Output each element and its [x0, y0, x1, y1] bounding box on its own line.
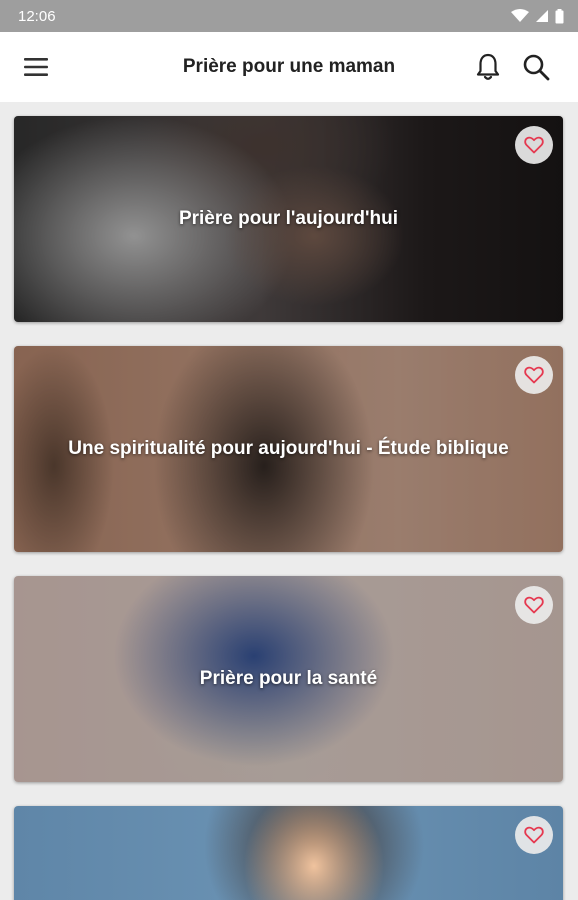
card-title: Prière pour l'aujourd'hui	[178, 208, 399, 229]
card-prayer-today[interactable]: Prière pour l'aujourd'hui	[14, 116, 563, 322]
menu-button[interactable]	[20, 53, 52, 81]
card-spirituality[interactable]: Une spiritualité pour aujourd'hui - Étud…	[14, 346, 563, 552]
favorite-button[interactable]	[515, 586, 553, 624]
search-button[interactable]	[520, 51, 552, 83]
card-partial[interactable]	[14, 806, 563, 900]
battery-icon	[555, 8, 564, 23]
app-bar: Prière pour une maman	[0, 32, 578, 102]
favorite-button[interactable]	[515, 816, 553, 854]
heart-outline-icon	[524, 596, 544, 614]
heart-outline-icon	[524, 826, 544, 844]
card-image	[14, 806, 563, 900]
status-bar: 12:06	[0, 0, 578, 32]
status-icons	[511, 8, 564, 24]
favorite-button[interactable]	[515, 356, 553, 394]
notifications-button[interactable]	[472, 51, 504, 83]
status-time: 12:06	[18, 7, 56, 25]
bell-icon	[476, 53, 500, 80]
heart-outline-icon	[524, 136, 544, 154]
hamburger-menu-icon	[24, 58, 48, 76]
search-icon	[523, 54, 550, 81]
card-health-prayer[interactable]: Prière pour la santé	[14, 576, 563, 782]
wifi-icon	[511, 9, 529, 22]
favorite-button[interactable]	[515, 126, 553, 164]
heart-outline-icon	[524, 366, 544, 384]
card-title: Une spiritualité pour aujourd'hui - Étud…	[68, 438, 509, 459]
signal-icon	[536, 10, 548, 22]
card-title: Prière pour la santé	[199, 668, 378, 689]
